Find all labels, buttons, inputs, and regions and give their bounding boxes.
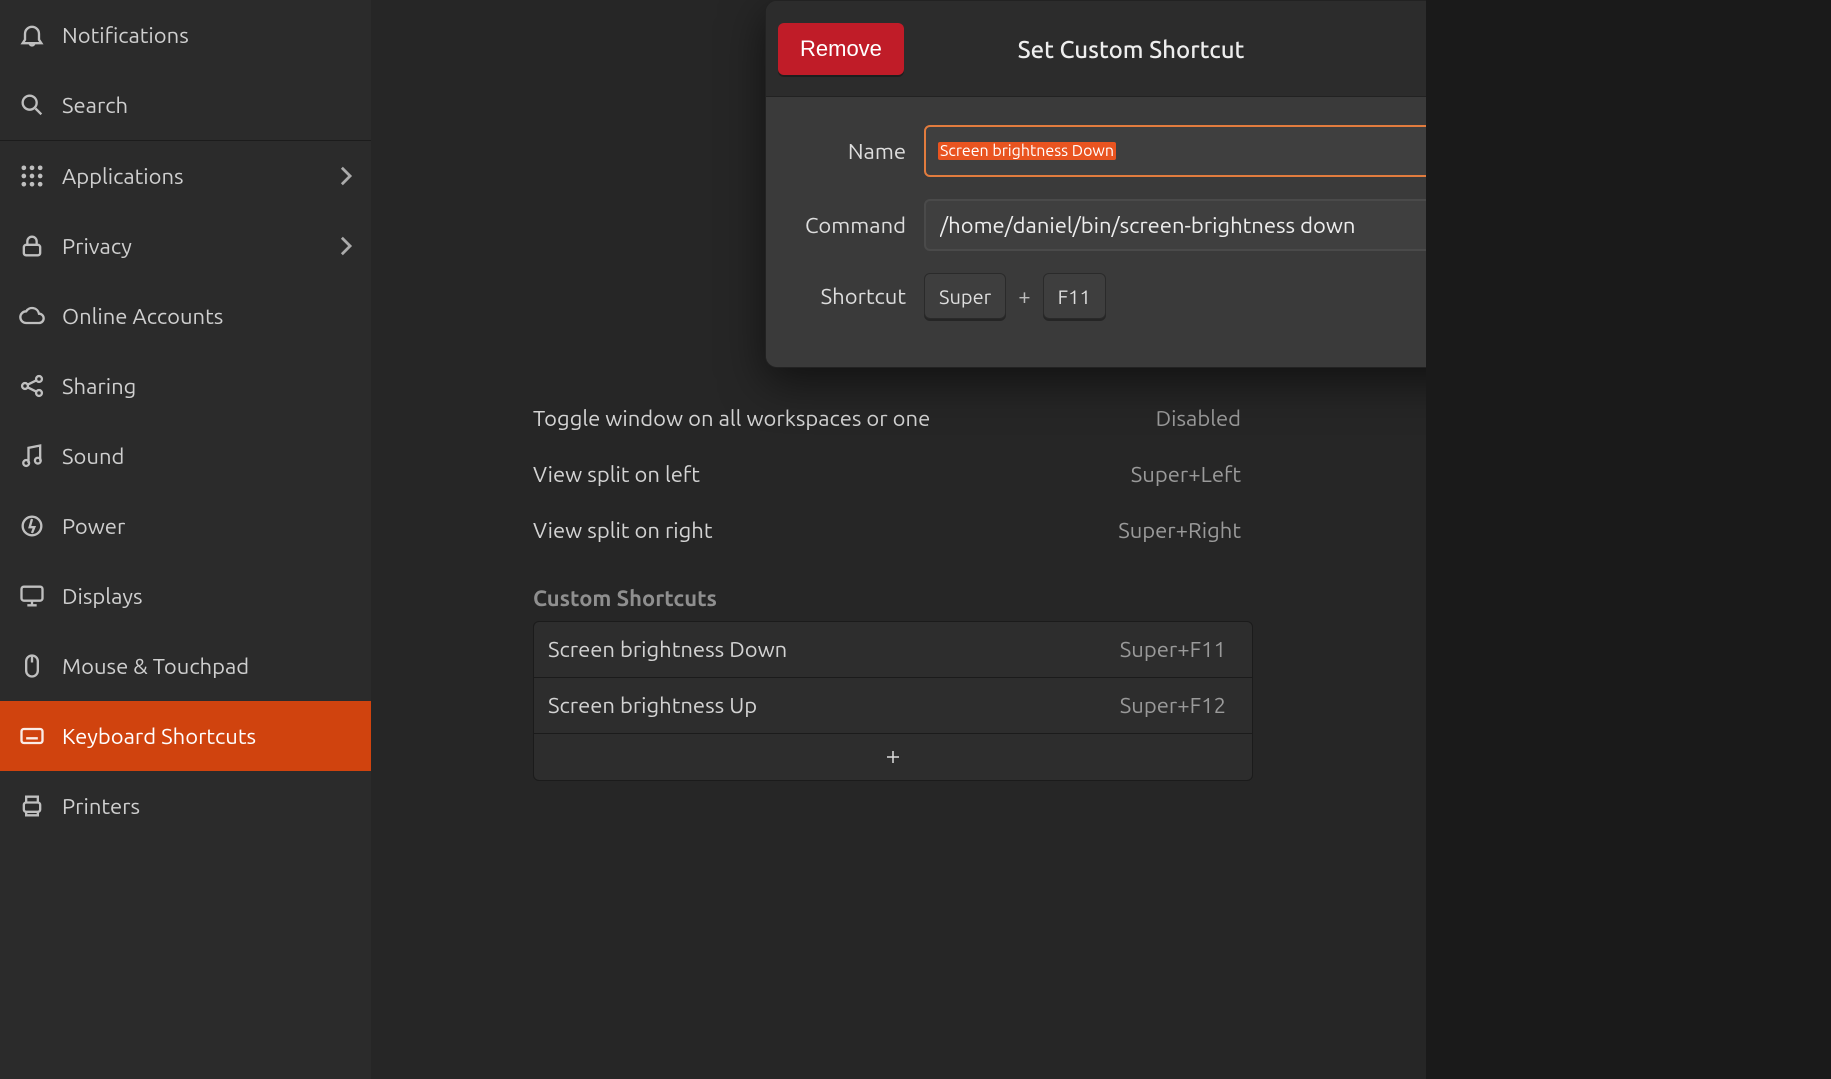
sidebar-item-printers[interactable]: Printers [0,771,371,841]
printer-icon [18,792,46,820]
sidebar-item-label: Mouse & Touchpad [62,654,249,679]
set-custom-shortcut-dialog: Remove Set Custom Shortcut Name Screen b… [765,0,1497,368]
shortcut-key[interactable]: F11 [1043,273,1106,319]
add-custom-shortcut-button[interactable] [534,733,1252,780]
dialog-header: Remove Set Custom Shortcut [766,1,1496,97]
sidebar-item-label: Power [62,514,125,539]
power-icon [18,512,46,540]
main-panel: own Toggle window on all workspaces or o… [371,0,1426,1079]
shortcut-row-value: Disabled [1043,406,1253,431]
custom-shortcut-row[interactable]: Screen brightness Down Super+F11 [534,622,1252,677]
sidebar-item-privacy[interactable]: Privacy [0,211,371,281]
chevron-right-icon [339,235,353,257]
sidebar-item-displays[interactable]: Displays [0,561,371,631]
shortcut-label: Shortcut [792,284,924,309]
shortcut-row-value: Super+Left [1043,462,1253,487]
share-icon [18,372,46,400]
sidebar-item-power[interactable]: Power [0,491,371,561]
sidebar-item-label: Keyboard Shortcuts [62,724,256,749]
sidebar-item-sound[interactable]: Sound [0,421,371,491]
lock-icon [18,232,46,260]
shortcut-row[interactable]: View split on left Super+Left [533,446,1253,502]
sidebar-item-online-accounts[interactable]: Online Accounts [0,281,371,351]
custom-shortcuts-list: Screen brightness Down Super+F11 Screen … [533,621,1253,781]
sidebar-item-label: Displays [62,584,143,609]
shortcut-row-label: View split on left [533,462,1043,487]
sidebar-item-sharing[interactable]: Sharing [0,351,371,421]
shortcut-row-label: View split on right [533,518,1043,543]
dialog-title: Set Custom Shortcut [766,1,1496,97]
search-icon [18,91,46,119]
shortcut-row-label: Screen brightness Up [548,693,1028,718]
sidebar-item-label: Printers [62,794,140,819]
shortcut-row-value: Super+F11 [1028,637,1238,662]
mouse-icon [18,652,46,680]
shortcut-row-label: Screen brightness Down [548,637,1028,662]
name-field[interactable]: Screen brightness Down [924,125,1470,177]
bell-icon [18,21,46,49]
sidebar-item-label: Sound [62,444,124,469]
sidebar-item-applications[interactable]: Applications [0,141,371,211]
sidebar-item-keyboard-shortcuts[interactable]: Keyboard Shortcuts [0,701,371,771]
shortcut-key[interactable]: Super [924,273,1006,319]
monitor-icon [18,582,46,610]
sidebar-item-label: Search [62,93,128,118]
grid-icon [18,162,46,190]
command-field[interactable] [924,199,1470,251]
custom-shortcut-row[interactable]: Screen brightness Up Super+F12 [534,677,1252,733]
shortcut-row[interactable]: Toggle window on all workspaces or one D… [533,390,1253,446]
name-field-value: Screen brightness Down [938,142,1116,160]
sidebar-item-label: Privacy [62,234,132,259]
outside-area [1426,0,1831,1079]
sidebar-item-label: Applications [62,164,184,189]
shortcut-row[interactable]: View split on right Super+Right [533,502,1253,558]
settings-sidebar: Notifications Search Applications Privac… [0,0,371,1079]
cloud-icon [18,302,46,330]
music-note-icon [18,442,46,470]
shortcut-row-value: Super+F12 [1028,693,1238,718]
sidebar-item-label: Sharing [62,374,136,399]
plus-icon [884,748,902,766]
keyboard-icon [18,722,46,750]
sidebar-item-mouse-touchpad[interactable]: Mouse & Touchpad [0,631,371,701]
chevron-right-icon [339,165,353,187]
sidebar-item-notifications[interactable]: Notifications [0,0,371,70]
plus-separator: + [1018,284,1030,309]
sidebar-item-search[interactable]: Search [0,70,371,140]
shortcut-row-label: Toggle window on all workspaces or one [533,406,1043,431]
shortcut-row-value: Super+Right [1043,518,1253,543]
command-label: Command [792,213,924,238]
sidebar-item-label: Online Accounts [62,304,223,329]
section-title-custom-shortcuts: Custom Shortcuts [533,558,1253,621]
name-label: Name [792,139,924,164]
sidebar-item-label: Notifications [62,23,189,48]
